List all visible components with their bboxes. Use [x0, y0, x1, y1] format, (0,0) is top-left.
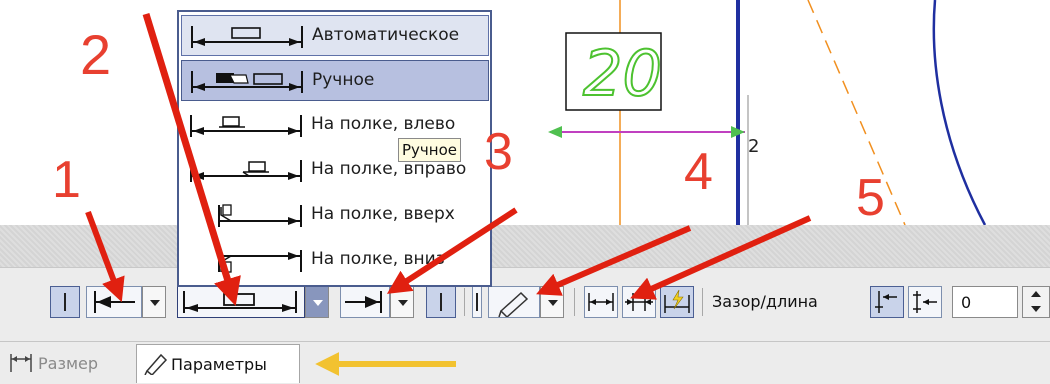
arrow-style-right-dropdown[interactable] — [390, 286, 414, 318]
annotation-number: 4 — [684, 143, 713, 201]
gap-length-spinner[interactable] — [1022, 286, 1050, 318]
placement-manual-icon — [191, 71, 303, 93]
gap-mode-button-1[interactable] — [870, 286, 904, 318]
dimension-inside-button[interactable] — [584, 286, 618, 318]
tooltip: Ручное — [398, 138, 461, 162]
drawing-canvas[interactable]: 20 2 — [0, 0, 1050, 225]
text-placement-button[interactable] — [177, 286, 305, 318]
chevron-down-icon — [313, 300, 323, 306]
placement-auto-icon — [191, 26, 303, 48]
vertical-bar-button-1[interactable] — [50, 286, 80, 318]
edge-label: 2 — [748, 136, 760, 157]
annotation-number: 2 — [80, 23, 112, 86]
drawing-geometry — [548, 0, 987, 225]
text-edit-dropdown[interactable] — [540, 286, 564, 318]
gap-length-input[interactable]: 0 — [952, 286, 1018, 318]
gap-mode-1-icon — [875, 291, 897, 313]
outline-curve — [932, 0, 987, 225]
dimension-arrow-left — [548, 126, 562, 138]
menu-item-label: На полке, влево — [311, 114, 456, 134]
arrow-style-left-button[interactable] — [86, 286, 142, 318]
arrow-style-left-dropdown[interactable] — [142, 286, 166, 318]
separator — [574, 288, 575, 316]
menu-item-manual[interactable]: Ручное — [181, 60, 489, 101]
menu-item-label: Ручное — [312, 70, 375, 90]
menu-item-label: На полке, вниз — [311, 249, 445, 269]
gap-mode-button-2[interactable] — [908, 286, 942, 318]
tab-parameters-label: Параметры — [171, 355, 267, 374]
text-placement-dropdown[interactable] — [305, 286, 329, 318]
gap-mode-2-icon — [913, 291, 937, 313]
spin-up-icon — [1031, 291, 1041, 297]
menu-item-label: На полке, вправо — [311, 159, 467, 179]
vertical-bar-button-3[interactable] — [472, 286, 482, 318]
arrow-out-icon — [345, 291, 382, 313]
chevron-down-icon — [150, 300, 160, 306]
separator — [464, 288, 465, 316]
chevron-down-icon — [548, 300, 558, 306]
menu-item-auto[interactable]: Автоматическое — [181, 15, 489, 56]
arrow-in-icon — [94, 291, 135, 313]
annotation-number: 1 — [52, 151, 81, 209]
menu-item-shelf-down[interactable]: На полке, вниз — [181, 240, 489, 281]
annotation-number: 5 — [856, 169, 885, 227]
dimension-auto-button[interactable] — [660, 286, 694, 318]
vertical-bar-icon — [64, 293, 66, 311]
panel-background — [0, 225, 1050, 267]
spin-down-icon — [1031, 306, 1041, 312]
tab-size-label: Размер — [38, 354, 99, 373]
tab-parameters[interactable]: Параметры — [136, 344, 300, 383]
arrow-style-right-button[interactable] — [340, 286, 390, 318]
annotation-number: 3 — [484, 123, 513, 181]
dimension-value[interactable]: 20 — [582, 36, 663, 111]
menu-item-shelf-up[interactable]: На полке, вверх — [181, 195, 489, 236]
tab-size[interactable]: Размер — [6, 348, 126, 378]
properties-toolbar: Зазор/длина 0 — [0, 267, 1050, 342]
dimension-outside-icon — [625, 293, 653, 311]
menu-item-label: Автоматическое — [312, 25, 460, 45]
placement-shelf-left-icon — [190, 115, 302, 137]
chevron-down-icon — [398, 300, 408, 306]
dimension-auto-icon — [664, 289, 690, 313]
separator — [702, 288, 703, 316]
placement-shelf-up-icon — [218, 204, 302, 227]
text-placement-auto-icon — [183, 291, 297, 313]
gap-length-label[interactable]: Зазор/длина — [712, 292, 818, 311]
vertical-bar-icon — [440, 293, 442, 311]
property-tabs: Размер Параметры — [0, 341, 1050, 384]
dimension-tab-icon — [10, 354, 32, 372]
vertical-bar-icon — [476, 293, 478, 311]
placement-shelf-right-icon — [190, 160, 302, 182]
text-edit-button[interactable] — [488, 286, 540, 319]
dimension-outside-button[interactable] — [622, 286, 656, 318]
pencil-icon — [498, 291, 529, 319]
vertical-bar-button-2[interactable] — [426, 286, 456, 318]
menu-item-label: На полке, вверх — [311, 204, 455, 224]
placement-shelf-down-icon — [218, 250, 302, 273]
dimension-inside-icon — [588, 293, 614, 311]
gap-length-value: 0 — [961, 293, 972, 312]
pencil-tab-icon — [144, 353, 168, 375]
